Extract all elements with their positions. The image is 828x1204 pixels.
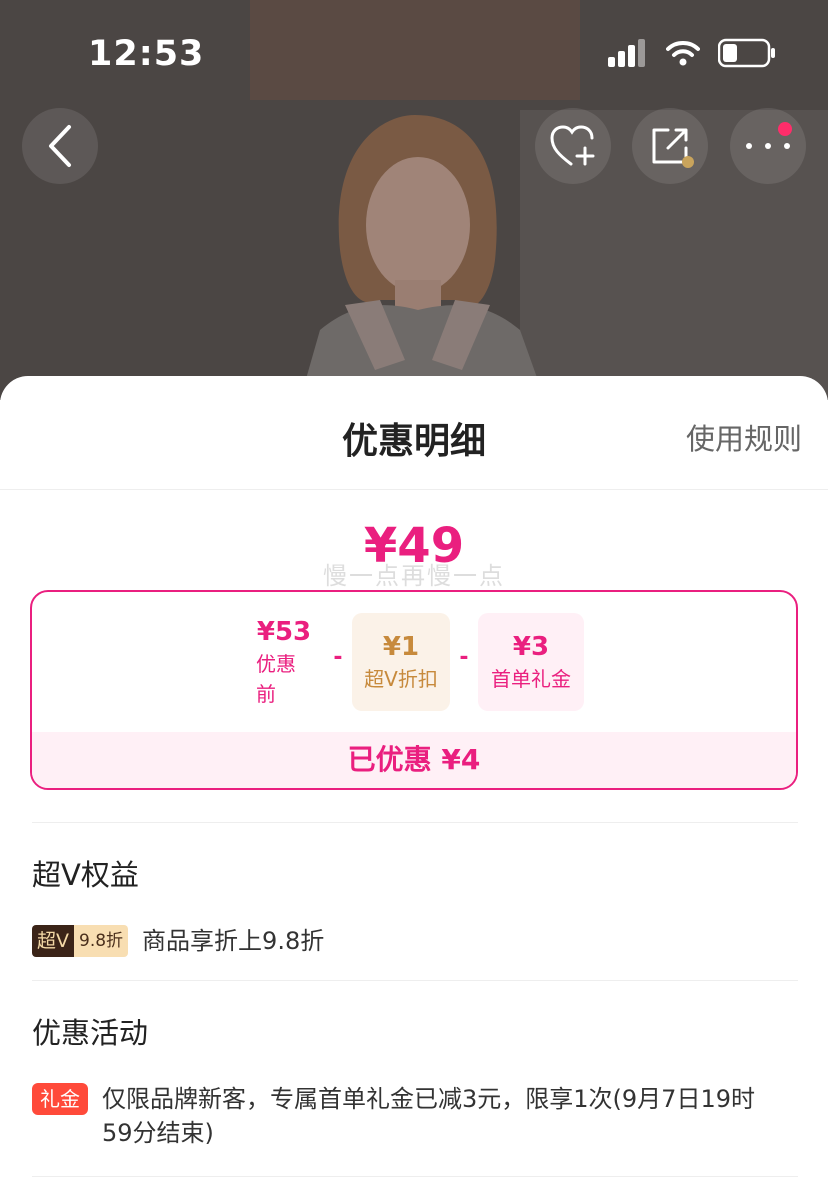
minus-sign: -	[333, 644, 343, 670]
vip-badge-right: 9.8折	[74, 925, 129, 957]
total-saved: 已优惠 ¥4	[32, 732, 796, 788]
notification-dot	[778, 122, 792, 136]
status-time: 12:53	[88, 34, 205, 74]
heart-plus-icon	[550, 125, 595, 166]
gift-label: 首单礼金	[491, 667, 571, 691]
promo-section-title: 优惠活动	[32, 1016, 149, 1050]
usage-rules-link[interactable]: 使用规则	[686, 416, 802, 458]
vip-discount-amount: ¥1	[382, 632, 420, 662]
discount-detail-sheet: 优惠明细 使用规则 ¥49 慢一点再慢一点 ¥53 优惠前 - ¥1 超V折扣 …	[0, 376, 828, 1204]
status-icons	[608, 38, 776, 68]
wifi-icon	[666, 41, 700, 66]
product-image-backdrop: 12:53	[0, 0, 828, 400]
divider	[32, 1176, 798, 1177]
battery-icon	[718, 38, 775, 68]
promo-line: 礼金 仅限品牌新客，专属首单礼金已减3元，限享1次(9月7日19时59分结束)	[32, 1082, 798, 1150]
share-button[interactable]	[632, 108, 708, 184]
first-order-gift: ¥3 首单礼金	[478, 613, 584, 711]
minus-sign: -	[459, 644, 469, 670]
chevron-left-icon	[49, 125, 71, 167]
back-button[interactable]	[22, 108, 98, 184]
divider	[32, 822, 798, 823]
gift-badge: 礼金	[32, 1083, 88, 1115]
favorite-button[interactable]	[535, 108, 611, 184]
vip-benefits-section: 超V权益 超V 9.8折 商品享折上9.8折	[32, 852, 798, 958]
share-icon	[652, 128, 694, 168]
price-before-discount: ¥53 优惠前	[244, 613, 324, 711]
vip-badge: 超V 9.8折	[32, 925, 129, 957]
more-button[interactable]	[730, 108, 806, 184]
divider	[32, 980, 798, 981]
price-before-amount: ¥53	[256, 617, 312, 647]
price-calculation-row: ¥53 优惠前 - ¥1 超V折扣 - ¥3 首单礼金	[32, 612, 796, 712]
vip-benefit-text: 商品享折上9.8折	[142, 927, 325, 955]
price-before-label: 优惠前	[256, 652, 296, 706]
vip-discount-label: 超V折扣	[364, 667, 438, 691]
more-dots-icon	[746, 143, 790, 149]
promo-text: 仅限品牌新客，专属首单礼金已减3元，限享1次(9月7日19时59分结束)	[102, 1085, 755, 1147]
watermark-text: 慢一点再慢一点	[323, 562, 505, 590]
promo-activity-section: 优惠活动 礼金 仅限品牌新客，专属首单礼金已减3元，限享1次(9月7日19时59…	[32, 1010, 798, 1150]
vip-benefit-line: 超V 9.8折 商品享折上9.8折	[32, 924, 798, 958]
cellular-signal-icon	[608, 39, 645, 67]
price-calculation-box: ¥53 优惠前 - ¥1 超V折扣 - ¥3 首单礼金 已优惠 ¥4	[30, 590, 798, 790]
vip-discount: ¥1 超V折扣	[352, 613, 450, 711]
gift-amount: ¥3	[512, 632, 550, 662]
status-bar: 12:53	[0, 0, 828, 100]
vip-section-title: 超V权益	[32, 858, 139, 892]
vip-badge-left: 超V	[32, 925, 74, 957]
sheet-header: 优惠明细 使用规则	[0, 376, 828, 490]
